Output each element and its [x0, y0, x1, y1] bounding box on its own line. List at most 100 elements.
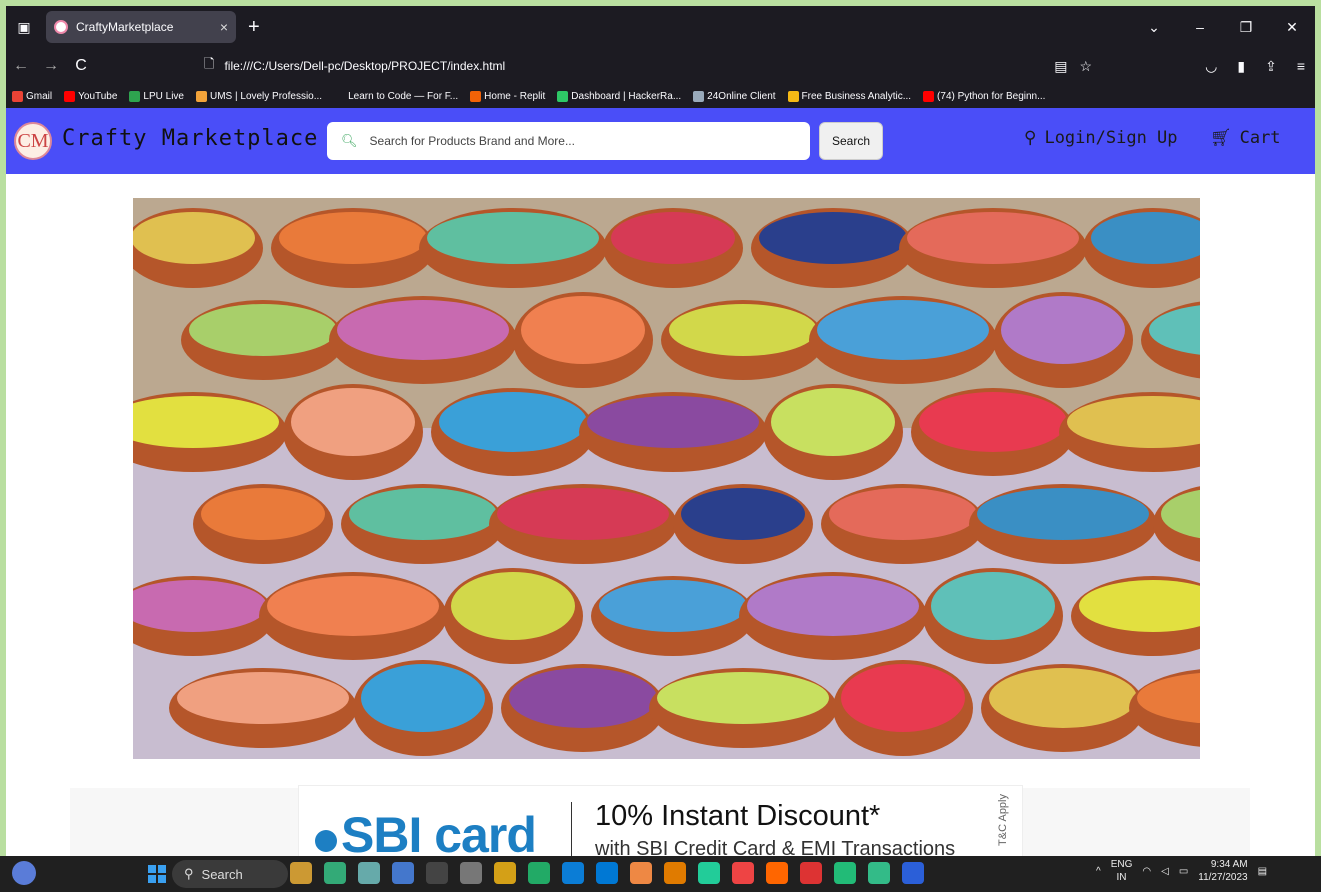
page-info-icon[interactable]: 🗋 — [204, 55, 214, 77]
bookmark-favicon-icon — [470, 90, 482, 102]
taskbar-app-icon[interactable] — [902, 862, 924, 884]
share-icon[interactable]: ⇪ — [1265, 58, 1277, 75]
tab-list-icon[interactable]: ▣ — [6, 6, 42, 48]
bookmark-favicon-icon — [64, 90, 76, 102]
cart-link[interactable]: 🛒︎ Cart — [1210, 128, 1281, 148]
tab-crafty[interactable]: CraftyMarketplace × — [46, 11, 236, 43]
bookmark-favicon-icon — [12, 90, 23, 102]
reload-button[interactable]: C — [66, 57, 96, 75]
site-logo[interactable]: CM — [14, 122, 52, 160]
search-button[interactable]: Search — [819, 122, 883, 160]
bookmark-item[interactable]: Home - Replit — [470, 90, 546, 102]
banner-headline: 10% Instant Discount* — [595, 800, 881, 832]
bookmark-star-icon[interactable]: ☆ — [1079, 58, 1092, 75]
taskbar-app-icon[interactable] — [766, 862, 788, 884]
wifi-icon[interactable]: ◠ — [1142, 866, 1151, 877]
system-tray: ^ ENG IN ◠ ◁ ▭ 9:34 AM 11/27/2023 ▤ — [1096, 858, 1267, 884]
search-placeholder: Search for Products Brand and More... — [369, 134, 575, 148]
tab-strip: ▣ CraftyMarketplace × + ⌄ – ❐ ✕ — [6, 6, 1315, 48]
search-icon: ⚲ — [184, 866, 194, 881]
desktop-frame: ▣ CraftyMarketplace × + ⌄ – ❐ ✕ ← → C 🗋 … — [0, 0, 1321, 892]
show-hidden-icons[interactable]: ^ — [1096, 866, 1101, 877]
taskbar-app-icon[interactable] — [698, 862, 720, 884]
minimize-button[interactable]: – — [1177, 19, 1223, 35]
bookmark-label: Free Business Analytic... — [801, 90, 912, 102]
taskbar-app-icon[interactable] — [426, 862, 448, 884]
taskbar-app-icon[interactable] — [358, 862, 380, 884]
weather-widget-icon[interactable] — [12, 861, 36, 885]
taskbar-app-icon[interactable] — [460, 862, 482, 884]
bookmark-label: UMS | Lovely Professio... — [210, 90, 323, 102]
maximize-button[interactable]: ❐ — [1223, 19, 1269, 36]
battery-icon[interactable]: ▭ — [1179, 866, 1188, 877]
taskbar-app-icon[interactable] — [868, 862, 890, 884]
reader-view-icon[interactable]: ▤ — [1054, 58, 1067, 75]
site-favicon-icon — [54, 20, 68, 34]
bookmark-label: YouTube — [78, 90, 118, 102]
notification-icon[interactable]: ▤ — [1258, 866, 1267, 877]
taskbar-app-icon[interactable] — [630, 862, 652, 884]
bookmark-favicon-icon — [334, 90, 346, 102]
promo-banner[interactable]: SBI card 10% Instant Discount* with SBI … — [298, 785, 1023, 856]
site-brand[interactable]: Crafty Marketplace — [62, 126, 318, 151]
taskbar-search[interactable]: ⚲ Search — [172, 860, 288, 888]
menu-icon[interactable]: ≡ — [1297, 58, 1305, 75]
taskbar-apps — [290, 862, 924, 884]
taskbar-app-icon[interactable] — [528, 862, 550, 884]
taskbar-app-icon[interactable] — [664, 862, 686, 884]
bookmark-item[interactable]: Learn to Code — For F... — [334, 90, 459, 102]
back-button[interactable]: ← — [6, 57, 36, 75]
hero-image — [133, 198, 1200, 759]
close-window-button[interactable]: ✕ — [1269, 19, 1315, 36]
bookmark-item[interactable]: 24Online Client — [693, 90, 776, 102]
taskbar-app-icon[interactable] — [324, 862, 346, 884]
start-button[interactable] — [148, 865, 166, 883]
bookmark-item[interactable]: Dashboard | HackerRa... — [557, 90, 681, 102]
taskbar-app-icon[interactable] — [732, 862, 754, 884]
url-bar[interactable]: 🗋 file:///C:/Users/Dell-pc/Desktop/PROJE… — [192, 51, 1092, 81]
taskbar-app-icon[interactable] — [834, 862, 856, 884]
cart-label: Cart — [1239, 128, 1281, 148]
forward-button[interactable]: → — [36, 57, 66, 75]
taskbar-app-icon[interactable] — [392, 862, 414, 884]
new-tab-button[interactable]: + — [248, 16, 260, 39]
browser-window: ▣ CraftyMarketplace × + ⌄ – ❐ ✕ ← → C 🗋 … — [6, 6, 1315, 856]
taskbar-app-icon[interactable] — [494, 862, 516, 884]
bookmark-favicon-icon — [693, 90, 705, 102]
search-input[interactable]: 🔍︎ Search for Products Brand and More... — [327, 122, 810, 160]
url-text[interactable]: file:///C:/Users/Dell-pc/Desktop/PROJECT… — [224, 59, 505, 73]
taskbar-search-label: Search — [201, 866, 243, 882]
window-controls: ⌄ – ❐ ✕ — [1131, 6, 1315, 48]
bookmark-item[interactable]: UMS | Lovely Professio... — [196, 90, 323, 102]
tab-title: CraftyMarketplace — [76, 20, 174, 34]
bookmark-label: Gmail — [26, 90, 53, 102]
list-all-tabs-icon[interactable]: ⌄ — [1131, 19, 1177, 36]
taskbar: ⚲ Search ^ ENG IN ◠ ◁ ▭ 9:34 AM 11/27/2023… — [0, 856, 1321, 892]
taskbar-app-icon[interactable] — [800, 862, 822, 884]
bookmark-item[interactable]: (74) Python for Beginn... — [923, 90, 1045, 102]
volume-icon[interactable]: ◁ — [1161, 866, 1169, 877]
pocket-icon[interactable]: ◡ — [1205, 58, 1217, 75]
bookmark-label: Learn to Code — For F... — [348, 90, 459, 102]
bookmark-item[interactable]: Free Business Analytic... — [787, 90, 912, 102]
taskbar-app-icon[interactable] — [596, 862, 618, 884]
bookmark-label: 24Online Client — [707, 90, 776, 102]
tab-close-icon[interactable]: × — [220, 19, 228, 35]
clock[interactable]: 9:34 AM 11/27/2023 — [1198, 858, 1247, 884]
login-link[interactable]: ⚲ Login/Sign Up — [1024, 128, 1178, 148]
nav-toolbar: ← → C 🗋 file:///C:/Users/Dell-pc/Desktop… — [6, 48, 1315, 84]
taskbar-app-icon[interactable] — [562, 862, 584, 884]
bookmark-label: Home - Replit — [484, 90, 546, 102]
sbi-card-logo: SBI card — [315, 806, 537, 856]
cart-icon: 🛒︎ — [1210, 128, 1232, 148]
taskbar-app-icon[interactable] — [290, 862, 312, 884]
extension-icon[interactable]: ▮ — [1237, 58, 1245, 75]
toolbar-right: ◡ ▮ ⇪ ≡ — [1205, 58, 1305, 75]
bookmark-item[interactable]: Gmail — [12, 90, 53, 102]
language-indicator[interactable]: ENG IN — [1111, 858, 1133, 884]
bookmark-favicon-icon — [196, 90, 207, 102]
bookmark-item[interactable]: YouTube — [64, 90, 118, 102]
pottery-bowls-photo — [133, 198, 1200, 759]
web-page: CM Crafty Marketplace 🔍︎ Search for Prod… — [6, 108, 1315, 856]
bookmark-item[interactable]: LPU Live — [129, 90, 184, 102]
